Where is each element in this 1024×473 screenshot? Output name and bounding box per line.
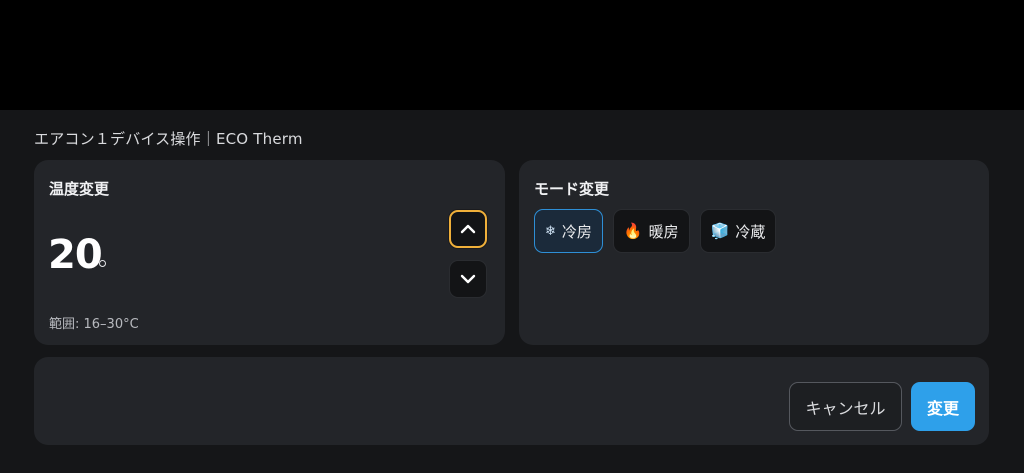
mode-options: ❄ 冷房 🔥 暖房 🧊 冷蔵 <box>534 209 777 253</box>
apply-button[interactable]: 変更 <box>911 382 975 431</box>
mode-option-heating[interactable]: 🔥 暖房 <box>612 209 690 253</box>
temperature-value: 20 <box>48 232 103 278</box>
fire-icon: 🔥 <box>623 221 643 240</box>
mode-option-label: 冷房 <box>561 222 592 241</box>
mode-option-cooling[interactable]: ❄ 冷房 <box>534 209 603 253</box>
mode-option-refrigerate[interactable]: 🧊 冷蔵 <box>699 209 777 253</box>
mode-option-label: 暖房 <box>648 222 679 241</box>
degree-icon <box>99 260 106 267</box>
mode-card: モード変更 ❄ 冷房 🔥 暖房 🧊 冷蔵 <box>519 160 989 345</box>
snowflake-icon: ❄ <box>545 223 556 239</box>
decrease-temperature-button[interactable] <box>449 260 487 298</box>
temperature-heading: 温度変更 <box>49 180 110 198</box>
mode-option-label: 冷蔵 <box>735 222 766 241</box>
chevron-down-icon <box>460 274 476 284</box>
mode-heading: モード変更 <box>534 180 610 198</box>
device-control-sheet: エアコン１デバイス操作｜ECO Therm 温度変更 20 範囲: 16–30°… <box>0 110 1024 473</box>
increase-temperature-button[interactable] <box>449 210 487 248</box>
ice-cube-icon: 🧊 <box>710 221 730 240</box>
temperature-card: 温度変更 20 範囲: 16–30°C <box>34 160 505 345</box>
dialog-title: エアコン１デバイス操作｜ECO Therm <box>34 130 303 148</box>
actions-bar: キャンセル 変更 <box>34 357 989 445</box>
temperature-range: 範囲: 16–30°C <box>49 317 139 332</box>
chevron-up-icon <box>460 224 476 234</box>
cancel-button[interactable]: キャンセル <box>789 382 902 431</box>
